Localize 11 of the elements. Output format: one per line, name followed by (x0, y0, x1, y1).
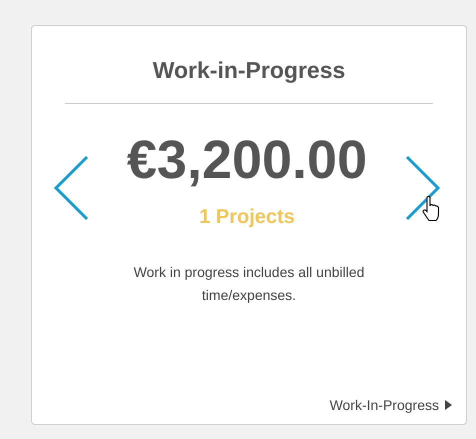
next-button[interactable] (404, 154, 442, 220)
work-in-progress-link[interactable]: Work-In-Progress (330, 397, 452, 413)
amount-value: €3,200.00 (126, 129, 368, 192)
chevron-left-icon (52, 154, 90, 220)
caret-icon (445, 400, 452, 410)
previous-button[interactable] (52, 154, 90, 220)
hand-cursor-icon (421, 196, 441, 222)
chevron-right-icon (404, 154, 442, 220)
card-title: Work-in-Progress (152, 57, 346, 84)
project-count: 1 Projects (199, 206, 295, 229)
description-text: Work in progress includes all unbilled time/expenses. (132, 263, 366, 305)
